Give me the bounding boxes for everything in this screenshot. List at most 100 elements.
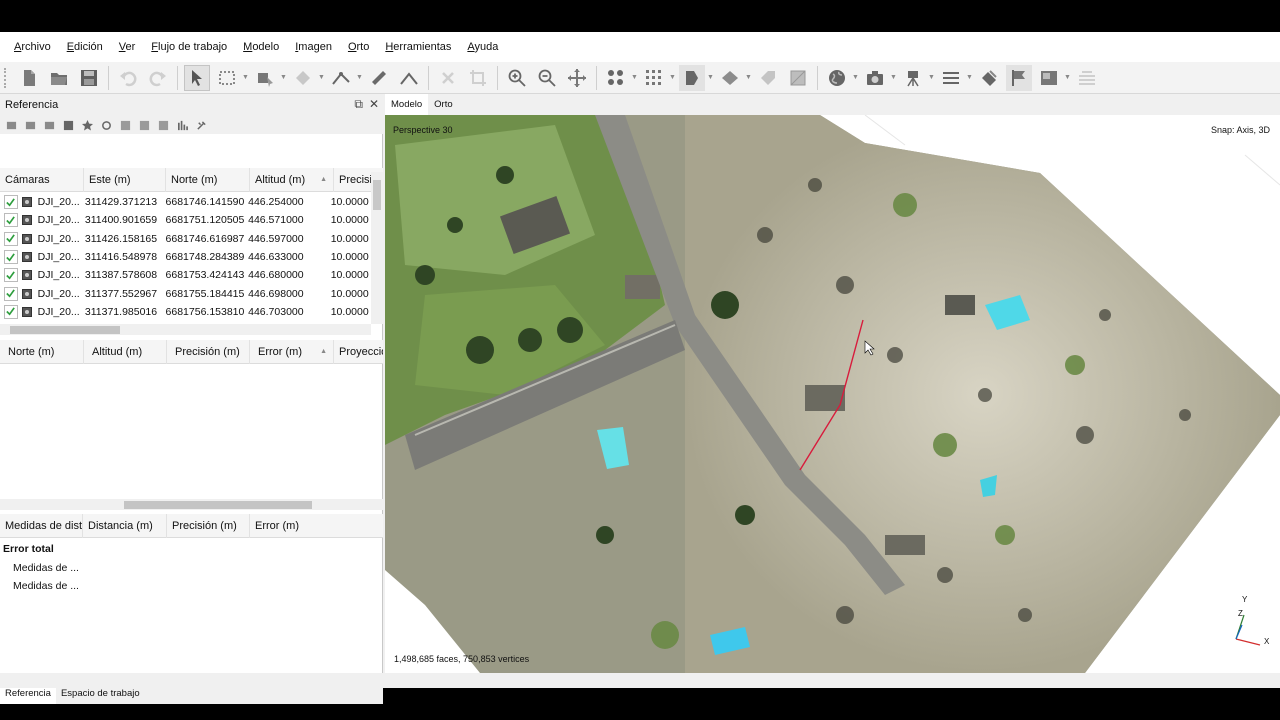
table-icon[interactable] xyxy=(61,118,76,132)
delete-icon[interactable] xyxy=(435,65,461,91)
chevron-down-icon[interactable]: ▼ xyxy=(852,65,859,91)
checkbox[interactable] xyxy=(4,268,18,283)
chevron-down-icon[interactable]: ▼ xyxy=(669,65,676,91)
scroll-thumb[interactable] xyxy=(373,180,381,210)
draw-polyline-icon[interactable] xyxy=(328,65,354,91)
col-error[interactable]: Error (m) xyxy=(250,514,383,538)
col-proyeccion[interactable]: Proyeccio xyxy=(334,340,383,364)
col-distancia[interactable]: Distancia (m) xyxy=(83,513,167,538)
move-icon[interactable] xyxy=(564,65,590,91)
scroll-thumb[interactable] xyxy=(10,326,120,334)
chevron-down-icon[interactable]: ▼ xyxy=(707,65,714,91)
menu-ver[interactable]: Ver xyxy=(111,32,144,62)
menu-herramientas[interactable]: Herramientas xyxy=(377,32,459,62)
checkbox[interactable] xyxy=(4,213,18,228)
close-icon[interactable]: ✕ xyxy=(369,97,379,112)
menu-archivo[interactable]: Archivo xyxy=(6,32,59,62)
toolbar-grip[interactable] xyxy=(4,67,8,88)
zoom-in-icon[interactable] xyxy=(504,65,530,91)
menu-orto[interactable]: Orto xyxy=(340,32,377,62)
menu-modelo[interactable]: Modelo xyxy=(235,32,287,62)
menu-edicion[interactable]: Edición xyxy=(59,32,111,62)
save-icon[interactable] xyxy=(76,65,102,91)
camera-tripod-icon[interactable] xyxy=(900,65,926,91)
export-icon[interactable] xyxy=(23,118,38,132)
col-precision[interactable]: Precisión (m) xyxy=(167,513,250,538)
col-camaras[interactable]: Cámaras xyxy=(0,167,84,192)
chevron-down-icon[interactable]: ▼ xyxy=(928,65,935,91)
scroll-thumb[interactable] xyxy=(124,501,312,509)
table-row[interactable]: Error total xyxy=(0,540,383,559)
table-row[interactable]: DJI_20... 311429.371213 6681746.141590 4… xyxy=(0,193,371,211)
col-este[interactable]: Este (m) xyxy=(84,167,166,192)
points-icon[interactable] xyxy=(603,65,629,91)
markers-horizontal-scrollbar[interactable] xyxy=(0,499,383,510)
table-row[interactable]: DJI_20... 311371.985016 6681756.153810 4… xyxy=(0,303,371,321)
menu-imagen[interactable]: Imagen xyxy=(287,32,340,62)
chevron-down-icon[interactable]: ▼ xyxy=(318,65,325,91)
chevron-down-icon[interactable]: ▼ xyxy=(966,65,973,91)
col-medidas[interactable]: Medidas de dista xyxy=(0,513,83,538)
chevron-down-icon[interactable]: ▼ xyxy=(745,65,752,91)
open-icon[interactable] xyxy=(46,65,72,91)
col-altitud[interactable]: Altitud (m) xyxy=(84,339,167,364)
ruler-icon[interactable] xyxy=(366,65,392,91)
marker-icon[interactable] xyxy=(976,65,1002,91)
col-norte[interactable]: Norte (m) xyxy=(0,339,84,364)
cameras-vertical-scrollbar[interactable] xyxy=(371,172,383,324)
cameras-horizontal-scrollbar[interactable] xyxy=(0,324,371,335)
camera-icon[interactable] xyxy=(862,65,888,91)
checkbox[interactable] xyxy=(4,231,18,246)
float-panel-icon[interactable]: ⧉ xyxy=(354,97,363,112)
shape-select-icon[interactable] xyxy=(252,65,278,91)
view-estimated-icon[interactable] xyxy=(137,118,152,132)
new-icon[interactable] xyxy=(16,65,42,91)
clear-icon[interactable] xyxy=(42,118,57,132)
chevron-down-icon[interactable]: ▼ xyxy=(280,65,287,91)
select-icon[interactable] xyxy=(184,64,210,91)
menu-flujo-de-trabajo[interactable]: Flujo de trabajo xyxy=(143,32,235,62)
tag-icon[interactable] xyxy=(755,65,781,91)
flag-icon[interactable] xyxy=(1006,64,1032,91)
plane-icon[interactable] xyxy=(717,65,743,91)
chevron-down-icon[interactable]: ▼ xyxy=(242,65,249,91)
redo-icon[interactable] xyxy=(145,65,171,91)
checkbox[interactable] xyxy=(4,250,18,265)
table-row[interactable]: DJI_20... 311416.548978 6681748.284389 4… xyxy=(0,248,371,266)
table-row[interactable]: DJI_20... 311426.158165 6681746.616987 4… xyxy=(0,230,371,248)
col-precision[interactable]: Precisión (m) xyxy=(167,339,250,364)
refresh-icon[interactable] xyxy=(99,118,114,132)
mask-icon[interactable] xyxy=(679,64,705,91)
chart-icon[interactable] xyxy=(175,118,190,132)
checkbox[interactable] xyxy=(4,286,18,301)
globe-icon[interactable] xyxy=(824,65,850,91)
star-icon[interactable] xyxy=(80,118,95,132)
crop-icon[interactable] xyxy=(465,65,491,91)
undo-icon[interactable] xyxy=(115,65,141,91)
table-row[interactable]: DJI_20... 311400.901659 6681751.120505 4… xyxy=(0,211,371,229)
zoom-out-icon[interactable] xyxy=(534,65,560,91)
menu-ayuda[interactable]: Ayuda xyxy=(459,32,506,62)
checkbox[interactable] xyxy=(4,195,18,210)
rect-select-icon[interactable] xyxy=(214,65,240,91)
col-norte[interactable]: Norte (m) xyxy=(166,167,250,192)
chevron-down-icon[interactable]: ▼ xyxy=(631,65,638,91)
view-source-icon[interactable] xyxy=(118,118,133,132)
tab-orto[interactable]: Orto xyxy=(428,94,458,115)
checkbox[interactable] xyxy=(4,304,18,319)
tab-modelo[interactable]: Modelo xyxy=(385,94,429,115)
texture-icon[interactable] xyxy=(785,65,811,91)
col-altitud[interactable]: Altitud (m) ▲ xyxy=(250,167,334,192)
import-icon[interactable] xyxy=(4,118,19,132)
table-row[interactable]: DJI_20... 311377.552967 6681755.184415 4… xyxy=(0,284,371,302)
settings-icon[interactable] xyxy=(194,118,209,132)
table-row[interactable]: Medidas de ... xyxy=(0,577,383,596)
chevron-down-icon[interactable]: ▼ xyxy=(890,65,897,91)
fill-icon[interactable] xyxy=(290,65,316,91)
col-error[interactable]: Error (m) ▲ xyxy=(250,339,334,364)
chevron-down-icon[interactable]: ▼ xyxy=(356,65,363,91)
model-viewport[interactable]: Perspective 30 Snap: Axis, 3D 1,498,685 … xyxy=(385,115,1280,673)
angle-icon[interactable] xyxy=(396,65,422,91)
table-row[interactable]: DJI_20... 311387.578608 6681753.424143 4… xyxy=(0,266,371,284)
chevron-down-icon[interactable]: ▼ xyxy=(1064,65,1071,91)
